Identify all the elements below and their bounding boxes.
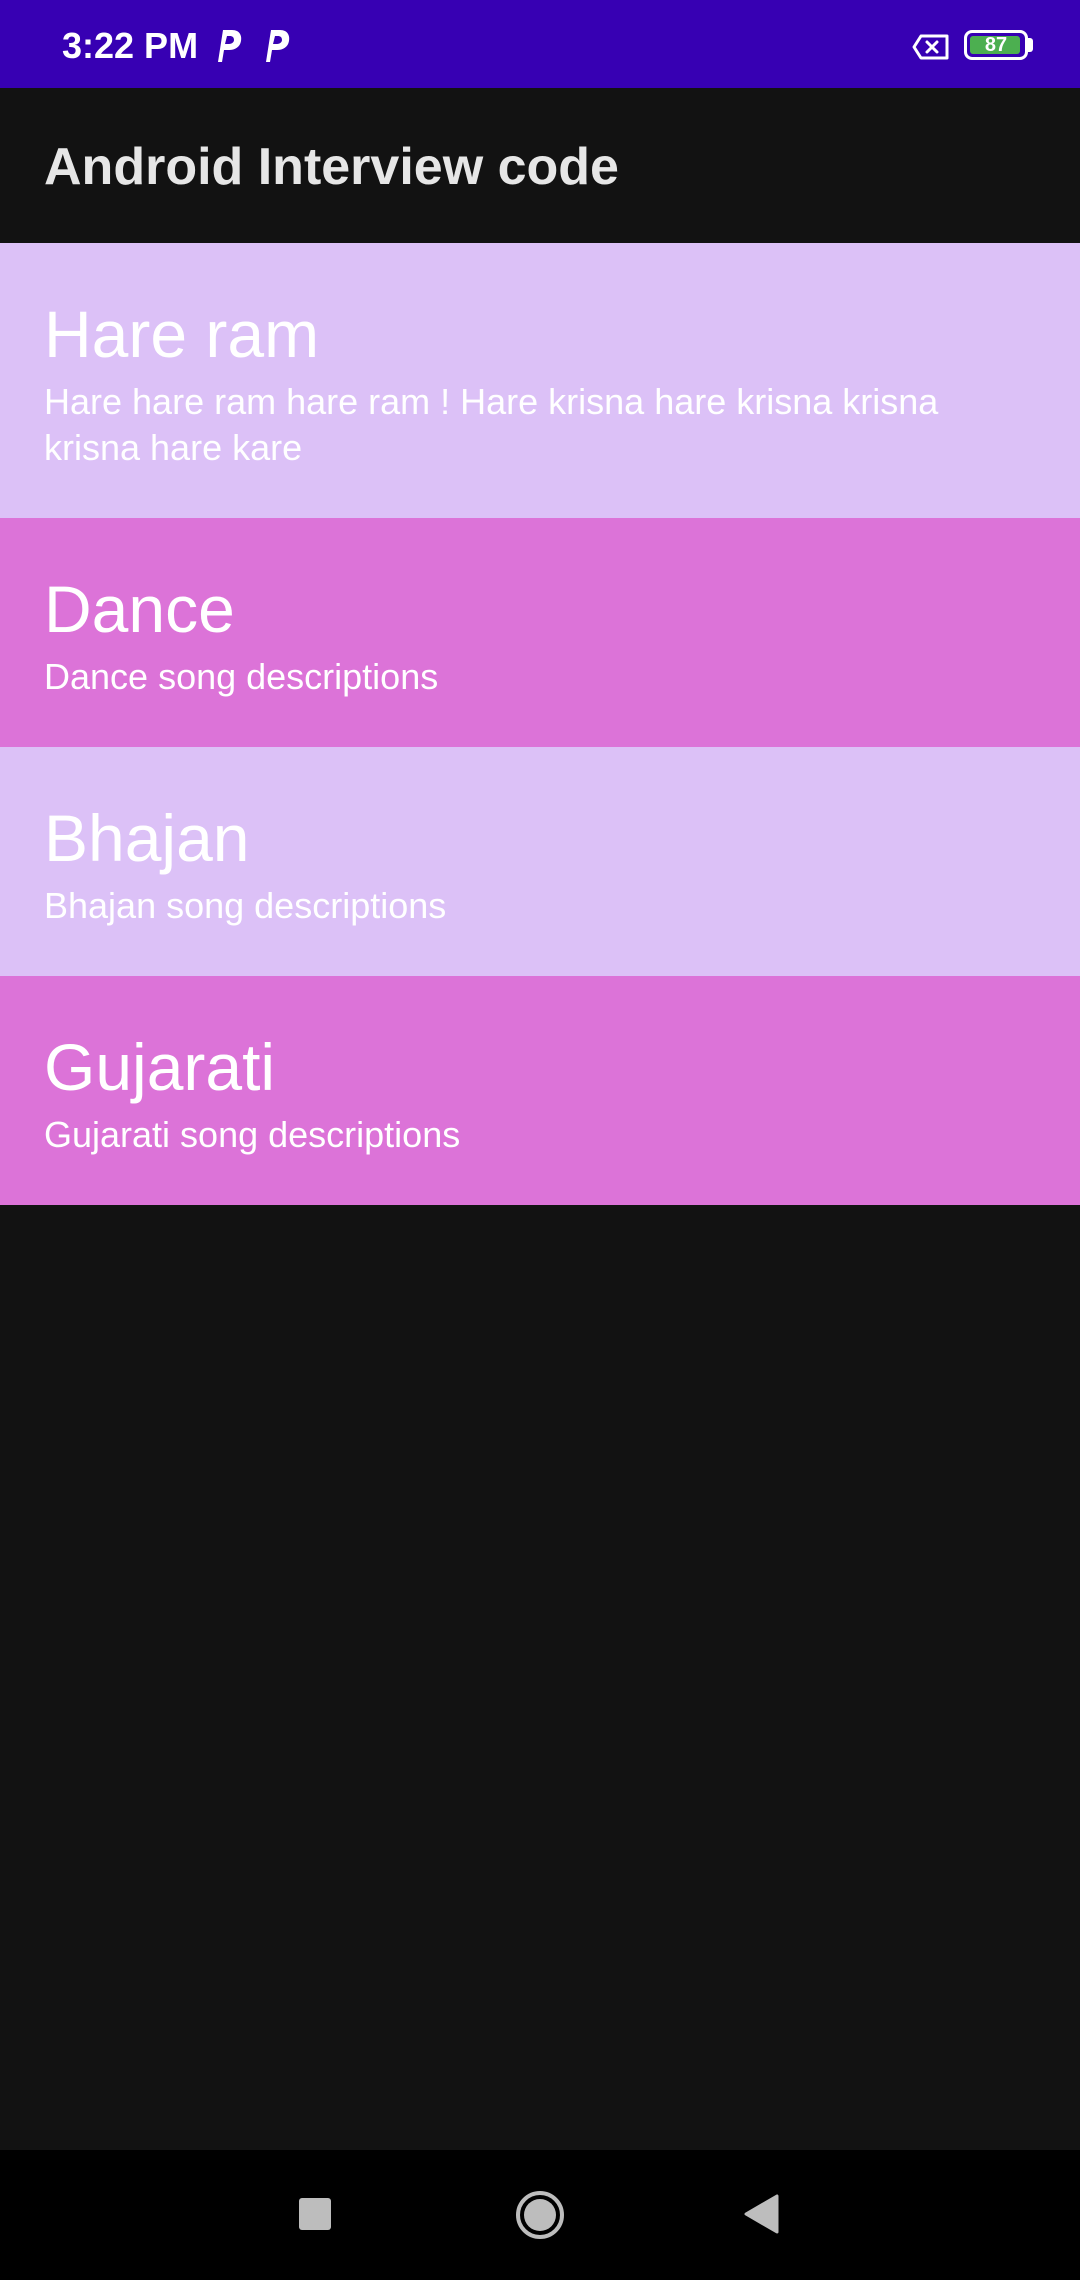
song-title: Dance (44, 572, 235, 646)
back-icon[interactable] (743, 2194, 779, 2234)
song-title: Hare ram (44, 297, 320, 371)
song-list: Hare ram Hare hare ram hare ram ! Hare k… (0, 243, 1080, 1205)
app-bar: Android Interview code (0, 88, 1080, 243)
song-description: Bhajan song descriptions (44, 885, 447, 926)
sim-disabled-icon (912, 34, 949, 60)
status-time: 3:22 PM (62, 25, 199, 66)
song-item-bhajan[interactable]: Bhajan Bhajan song descriptions (0, 747, 1080, 976)
song-item-gujarati[interactable]: Gujarati Gujarati song descriptions (0, 976, 1080, 1205)
song-title: Gujarati (44, 1030, 276, 1104)
battery-tip (1028, 38, 1033, 52)
battery-level: 87 (984, 34, 1008, 56)
song-item-hare-ram[interactable]: Hare ram Hare hare ram hare ram ! Hare k… (0, 243, 1080, 518)
song-description: Hare hare ram hare ram ! Hare krisna har… (44, 381, 939, 468)
song-item-dance[interactable]: Dance Dance song descriptions (0, 518, 1080, 747)
battery-icon: 87 (964, 30, 1028, 60)
song-title: Bhajan (44, 801, 250, 875)
p-icon (218, 30, 242, 62)
song-description: Dance song descriptions (44, 656, 439, 697)
p-icon (266, 30, 290, 62)
song-description: Gujarati song descriptions (44, 1114, 461, 1155)
app-title: Android Interview code (44, 138, 619, 196)
recents-icon[interactable] (299, 2198, 331, 2230)
home-icon[interactable] (515, 2190, 565, 2240)
navigation-bar (0, 2150, 1080, 2280)
status-bar: 3:22 PM 87 (0, 0, 1080, 88)
